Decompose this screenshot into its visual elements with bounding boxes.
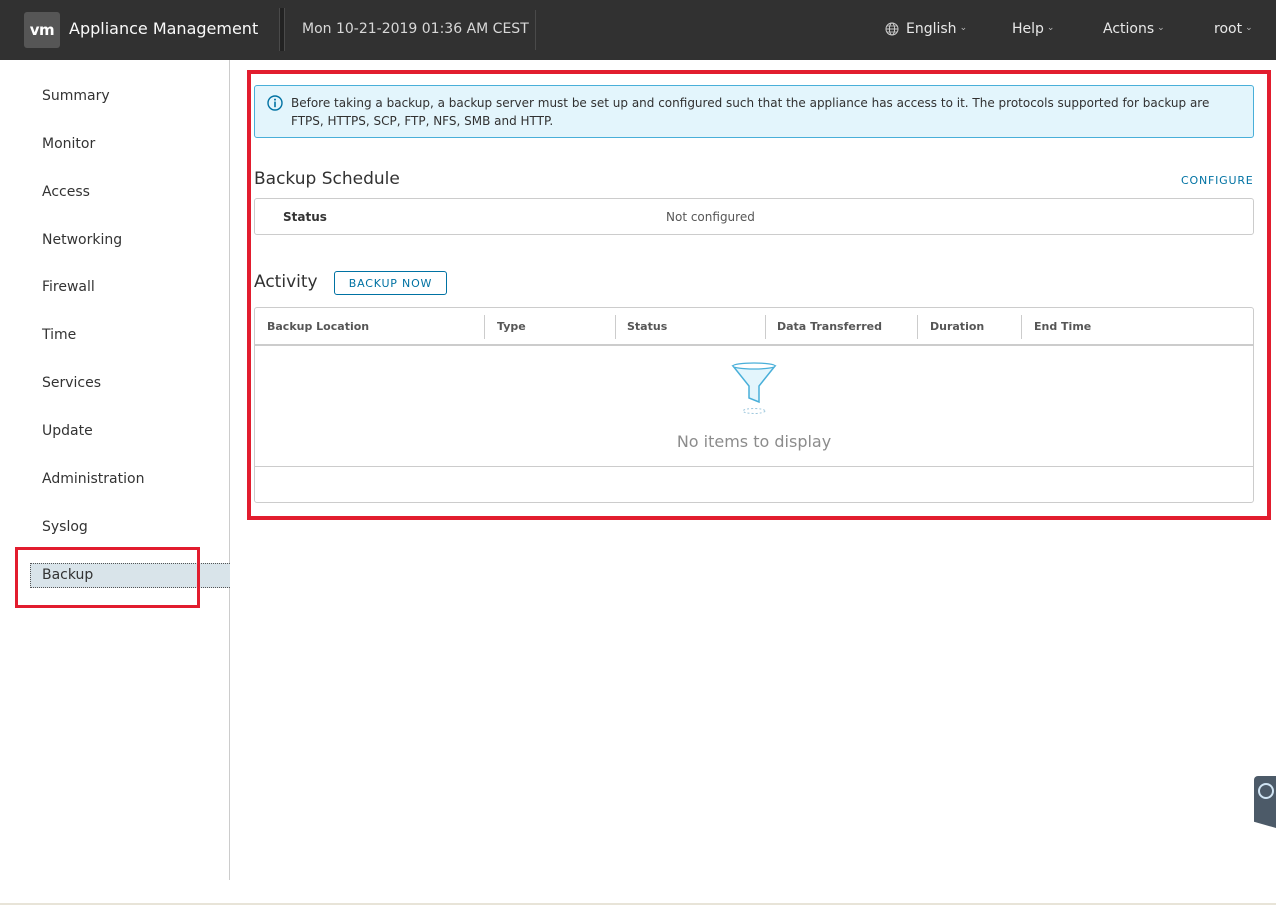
highlight-box-nav	[15, 547, 200, 608]
user-menu[interactable]: root ⌄	[1214, 21, 1253, 37]
actions-menu-label: Actions	[1103, 21, 1155, 37]
header-divider	[279, 8, 285, 51]
support-icon	[1258, 783, 1274, 799]
actions-menu[interactable]: Actions ⌄	[1103, 21, 1165, 37]
sidebar-item-access[interactable]: Access	[42, 184, 90, 200]
chevron-down-icon: ⌄	[1157, 23, 1165, 33]
top-header: vm Appliance Management Mon 10-21-2019 0…	[0, 0, 1276, 60]
sidebar-item-networking[interactable]: Networking	[42, 232, 122, 248]
sidebar-item-time[interactable]: Time	[42, 327, 76, 343]
globe-icon	[885, 22, 899, 36]
sidebar-item-monitor[interactable]: Monitor	[42, 136, 95, 152]
help-menu-label: Help	[1012, 21, 1044, 37]
vmware-logo[interactable]: vm	[24, 12, 60, 48]
sidebar-item-administration[interactable]: Administration	[42, 471, 144, 487]
sidebar-nav: Summary Monitor Access Networking Firewa…	[0, 60, 230, 880]
sidebar-item-update[interactable]: Update	[42, 423, 93, 439]
highlight-box-main	[247, 70, 1271, 520]
chevron-down-icon: ⌄	[1046, 23, 1055, 33]
help-menu[interactable]: Help ⌄	[1012, 21, 1054, 37]
language-menu[interactable]: English ⌄	[885, 21, 967, 37]
sidebar-item-syslog[interactable]: Syslog	[42, 519, 88, 535]
chevron-down-icon: ⌄	[1245, 23, 1253, 33]
sidebar-item-summary[interactable]: Summary	[42, 88, 110, 104]
header-divider	[535, 10, 536, 50]
sidebar-item-firewall[interactable]: Firewall	[42, 279, 95, 295]
bottom-border	[0, 903, 1276, 905]
language-menu-label: English	[906, 21, 957, 37]
user-menu-label: root	[1214, 21, 1243, 37]
sidebar-item-services[interactable]: Services	[42, 375, 101, 391]
chevron-down-icon: ⌄	[959, 23, 968, 33]
header-datetime: Mon 10-21-2019 01:36 AM CEST	[302, 21, 529, 37]
remote-support-widget[interactable]	[1254, 776, 1276, 828]
app-title: Appliance Management	[69, 19, 259, 38]
